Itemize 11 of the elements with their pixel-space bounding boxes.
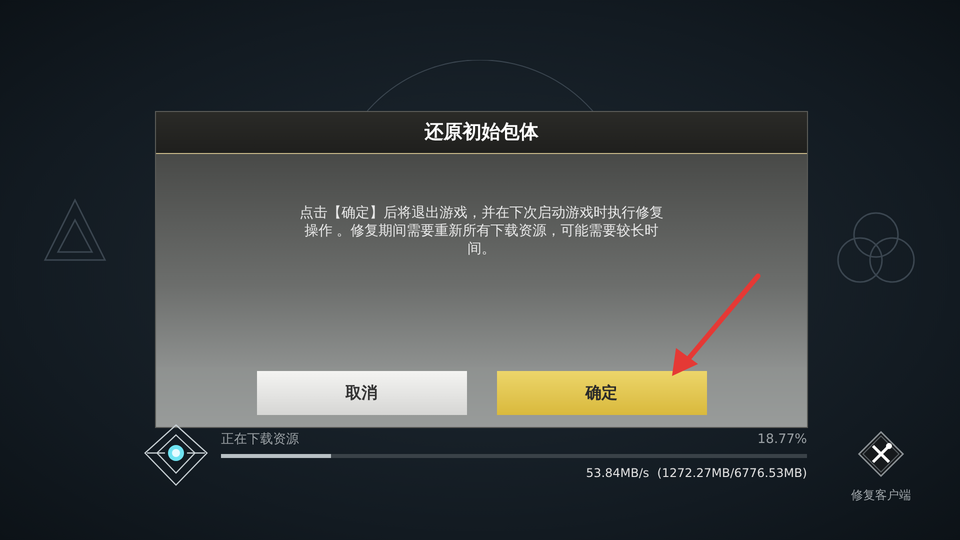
dialog-message: 点击【确定】后将退出游戏，并在下次启动游戏时执行修复操作 。修复期间需要重新所有下载资源，可能需要较长时间。 — [298, 204, 664, 258]
tools-icon — [857, 430, 905, 478]
download-status: 正在下载资源 — [221, 431, 299, 450]
repair-button[interactable] — [857, 430, 905, 478]
download-percent: 18.77% — [757, 431, 807, 450]
confirm-button[interactable]: 确定 — [496, 371, 706, 415]
dialog-title: 还原初始包体 — [424, 120, 538, 146]
download-size: (1272.27MB/6776.53MB) — [657, 465, 807, 482]
download-speed: 53.84MB/s — [586, 465, 650, 482]
repair-label: 修复客户端 — [851, 487, 911, 504]
cancel-button[interactable]: 取消 — [256, 371, 466, 415]
